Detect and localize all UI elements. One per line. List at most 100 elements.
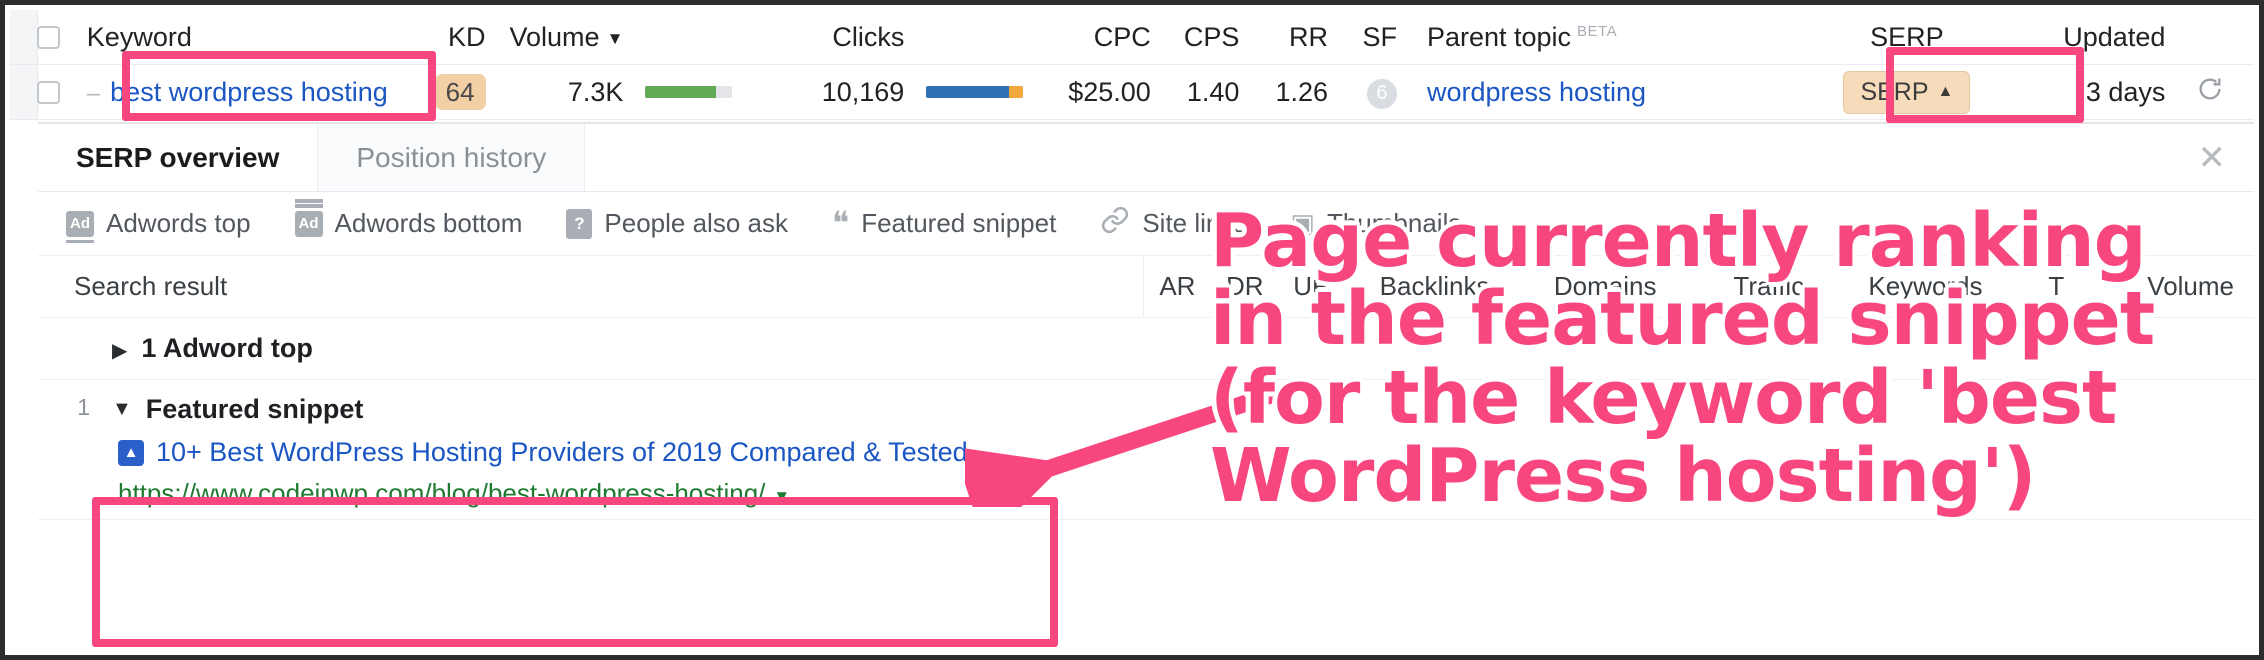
serp-feature-filters: Ad Adwords top Ad Adwords bottom ? Peopl… bbox=[38, 192, 2254, 256]
header-keyword[interactable]: Keyword bbox=[87, 22, 412, 53]
header-sf[interactable]: SF bbox=[1328, 22, 1397, 53]
header-backlinks[interactable]: Backlinks bbox=[1346, 271, 1524, 302]
serp-button-label: SERP bbox=[1860, 77, 1929, 106]
serp-button[interactable]: SERP ▲ bbox=[1843, 70, 1971, 114]
row-index: 1 bbox=[77, 394, 90, 420]
clicks-bar-orange bbox=[1009, 86, 1023, 98]
cell-cps: 1.40 bbox=[1186, 76, 1240, 107]
feature-label: People also ask bbox=[604, 208, 788, 238]
chevron-right-icon[interactable]: ▶ bbox=[112, 338, 127, 363]
featured-snippet-label: Featured snippet bbox=[145, 394, 364, 424]
cell-refresh[interactable] bbox=[2165, 75, 2254, 110]
question-box-icon: ? bbox=[566, 208, 593, 239]
header-volume[interactable]: Volume bbox=[486, 22, 624, 53]
thumbnail-icon: ▲ bbox=[118, 439, 144, 466]
clicks-bar-blue bbox=[926, 86, 1010, 98]
thumbnails-icon: ▣ bbox=[1290, 208, 1315, 238]
header-updated[interactable]: Updated bbox=[1993, 22, 2165, 53]
cell-rr: 1.26 bbox=[1275, 76, 1329, 107]
feature-label: Adwords bottom bbox=[334, 208, 523, 238]
tab-serp-overview[interactable]: SERP overview bbox=[38, 124, 318, 191]
cell-cpc: $25.00 bbox=[1068, 76, 1151, 107]
feature-site-links[interactable]: Site links bbox=[1078, 205, 1268, 243]
header-parent-topic[interactable]: Parent topic BETA bbox=[1397, 22, 1821, 53]
featured-snippet-result: ▲ 10+ Best WordPress Hosting Providers o… bbox=[112, 437, 2254, 509]
keyword-table: Keyword KD Volume Clicks CPC CPS RR SF P… bbox=[10, 10, 2254, 120]
header-kd[interactable]: KD bbox=[412, 22, 486, 53]
result-title-line[interactable]: ▲ 10+ Best WordPress Hosting Providers o… bbox=[118, 437, 2254, 468]
cell-keyword[interactable]: – best wordpress hosting bbox=[87, 77, 412, 108]
header-rr[interactable]: RR bbox=[1239, 22, 1328, 53]
parent-topic-link[interactable]: wordpress hosting bbox=[1427, 77, 1646, 107]
feature-label: Featured snippet bbox=[861, 208, 1057, 238]
ad-top-icon: Ad bbox=[66, 210, 94, 243]
cell-clicks-bar bbox=[904, 86, 1023, 98]
feature-label: Thumbnails bbox=[1326, 208, 1462, 238]
header-cpc[interactable]: CPC bbox=[1023, 22, 1151, 53]
clicks-bar-track bbox=[926, 86, 1023, 98]
header-top-keyword[interactable]: T bbox=[2000, 271, 2112, 302]
feature-featured-snippet[interactable]: ❝ Featured snippet bbox=[810, 205, 1078, 242]
chevron-down-icon[interactable]: ▼ bbox=[773, 487, 790, 506]
header-serp[interactable]: SERP bbox=[1821, 22, 1993, 53]
select-all-cell[interactable] bbox=[10, 25, 87, 49]
quote-icon: ❝ bbox=[831, 205, 850, 242]
cell-kd: 64 bbox=[412, 73, 486, 111]
kd-badge: 64 bbox=[434, 73, 486, 111]
feature-adwords-top[interactable]: Ad Adwords top bbox=[44, 208, 273, 243]
tab-position-history[interactable]: Position history bbox=[317, 124, 586, 191]
cell-updated: 3 days bbox=[2085, 76, 2166, 107]
header-search-result: Search result bbox=[38, 256, 1144, 317]
header-keywords[interactable]: Keywords bbox=[1851, 271, 2001, 302]
serp-row-featured-snippet[interactable]: 1 ▼ Featured snippet ▲ 10+ Best WordPress… bbox=[38, 380, 2254, 520]
featured-snippet-title-line: ▼ Featured snippet bbox=[112, 394, 2254, 425]
feature-people-also-ask[interactable]: ? People also ask bbox=[544, 208, 810, 239]
feature-adwords-bottom[interactable]: Ad Adwords bottom bbox=[273, 203, 545, 239]
minus-icon[interactable]: – bbox=[87, 80, 100, 107]
header-ur[interactable]: UR bbox=[1278, 271, 1345, 302]
refresh-icon[interactable] bbox=[2196, 75, 2224, 103]
result-url[interactable]: https://www.codeinwp.com/blog/best-wordp… bbox=[118, 478, 765, 508]
chevron-down-icon[interactable]: ▼ bbox=[112, 398, 132, 421]
header-domains[interactable]: Domains bbox=[1523, 271, 1687, 302]
feature-label: Site links bbox=[1142, 208, 1247, 238]
row-body: ▶ 1 Adword top bbox=[90, 333, 2254, 364]
caret-up-icon: ▲ bbox=[1937, 83, 1954, 100]
adword-top-label: 1 Adword top bbox=[141, 333, 313, 363]
serp-overview-panel: SERP overview Position history ✕ Ad Adwo… bbox=[38, 123, 2254, 650]
link-chain-icon bbox=[1100, 205, 1130, 243]
row-checkbox[interactable] bbox=[36, 80, 60, 104]
row-body: ▼ Featured snippet ▲ 10+ Best WordPress H… bbox=[90, 394, 2254, 509]
row-select-cell[interactable] bbox=[10, 80, 87, 104]
screenshot-root: Keyword KD Volume Clicks CPC CPS RR SF P… bbox=[0, 0, 2264, 660]
header-serp-volume[interactable]: Volume bbox=[2112, 271, 2254, 302]
keyword-link[interactable]: best wordpress hosting bbox=[110, 77, 388, 107]
cell-clicks: 10,169 bbox=[821, 76, 905, 107]
beta-badge: BETA bbox=[1577, 22, 1618, 40]
cell-volume: 7.3K bbox=[567, 76, 624, 107]
volume-bar-track bbox=[645, 86, 733, 98]
header-traffic[interactable]: Traffic bbox=[1687, 271, 1851, 302]
serp-row-adword-top[interactable]: ▶ 1 Adword top bbox=[38, 318, 2254, 380]
table-row[interactable]: – best wordpress hosting 64 7.3K 10,169 $… bbox=[10, 65, 2254, 120]
ad-bottom-icon: Ad bbox=[294, 203, 323, 237]
select-all-checkbox[interactable] bbox=[36, 25, 60, 49]
result-url-line[interactable]: https://www.codeinwp.com/blog/best-wordp… bbox=[118, 478, 2254, 509]
serp-result-header-row: Search result AR DR UR Backlinks Domains… bbox=[38, 256, 2254, 318]
feature-thumbnails[interactable]: ▣ Thumbnails bbox=[1268, 208, 1483, 239]
cell-parent-topic[interactable]: wordpress hosting bbox=[1397, 77, 1821, 108]
serp-tabs: SERP overview Position history ✕ bbox=[38, 124, 2254, 192]
keyword-table-header-row: Keyword KD Volume Clicks CPC CPS RR SF P… bbox=[10, 10, 2254, 65]
cell-sf: 6 bbox=[1328, 75, 1397, 109]
cell-volume-bar bbox=[623, 86, 733, 98]
cell-serp[interactable]: SERP ▲ bbox=[1821, 70, 1993, 114]
feature-label: Adwords top bbox=[106, 208, 251, 238]
result-title[interactable]: 10+ Best WordPress Hosting Providers of … bbox=[156, 437, 968, 468]
header-clicks[interactable]: Clicks bbox=[732, 22, 904, 53]
header-parent-topic-label: Parent topic bbox=[1426, 21, 1572, 52]
header-ar[interactable]: AR bbox=[1144, 271, 1211, 302]
close-icon[interactable]: ✕ bbox=[2198, 141, 2227, 175]
sf-badge: 6 bbox=[1366, 78, 1397, 109]
header-cps[interactable]: CPS bbox=[1151, 22, 1240, 53]
header-dr[interactable]: DR bbox=[1211, 271, 1278, 302]
